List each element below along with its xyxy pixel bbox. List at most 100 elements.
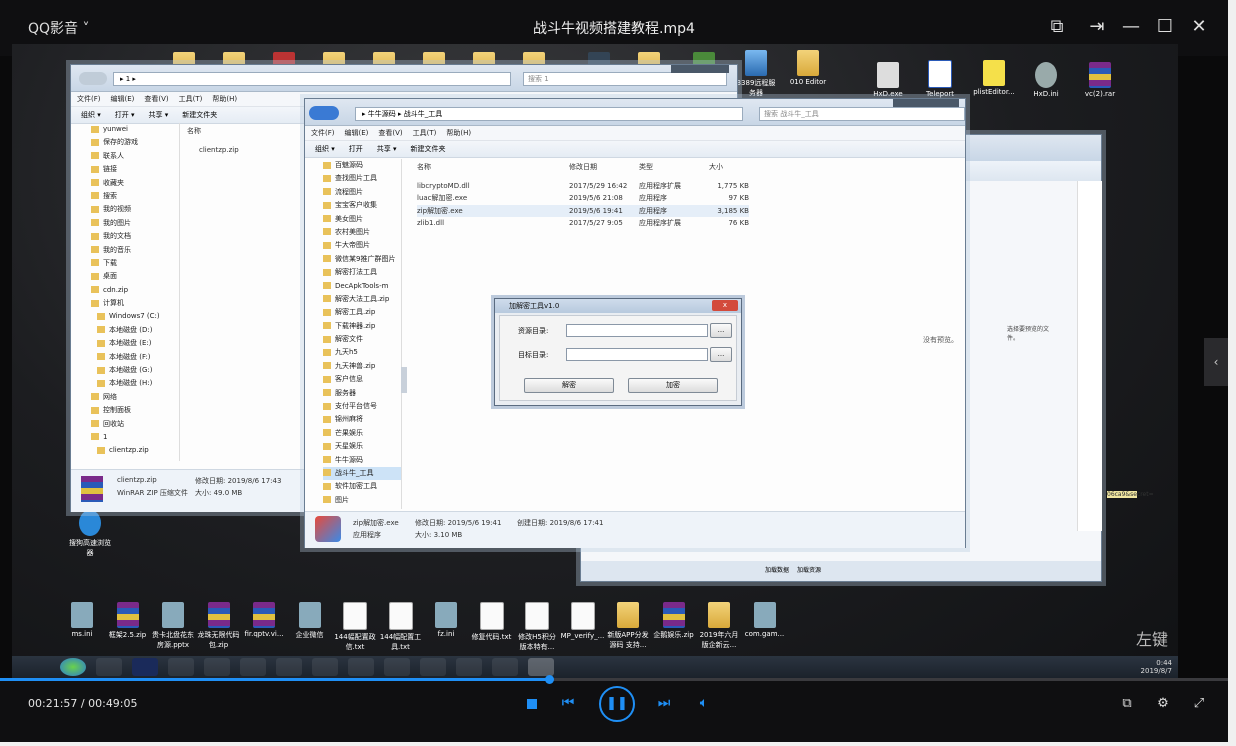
share-button[interactable]: 共享 ▾ (377, 145, 397, 153)
organize-button[interactable]: 组织 ▾ (315, 145, 335, 153)
nav-item[interactable]: 本地磁盘 (E:) (83, 337, 179, 350)
open-button[interactable]: 打开 (349, 145, 363, 153)
crypto-tool-dialog[interactable]: 加解密工具v1.0 x 资源目录: ... 目标目录: ... 解密 加密 (494, 298, 742, 406)
menu-item[interactable]: 查看(V) (378, 129, 402, 137)
settings-icon[interactable]: ⚙ (1154, 695, 1172, 713)
pause-icon[interactable]: ❚❚ (599, 686, 635, 722)
pin-icon[interactable]: ⇥ (1084, 14, 1110, 40)
nav-item[interactable]: 微信某9推广群图片 (323, 253, 401, 266)
archive-icon[interactable]: 企鹅娱乐.zip (652, 602, 696, 640)
taskbar-app[interactable] (204, 658, 230, 676)
hxd-icon[interactable]: HxD.exe (866, 62, 910, 98)
share-button[interactable]: 共享 ▾ (149, 111, 169, 119)
column-header-name[interactable]: 名称 (417, 161, 569, 174)
taskbar-app[interactable] (420, 658, 446, 676)
nav-item[interactable]: 农村美图片 (323, 226, 401, 239)
source-browse-button[interactable]: ... (710, 323, 732, 338)
nav-item[interactable]: 服务器 (323, 387, 401, 400)
decrypt-button[interactable]: 解密 (524, 378, 614, 393)
screenshot-icon[interactable]: ⧉ (1044, 14, 1070, 40)
column-header-date[interactable]: 修改日期 (569, 161, 639, 174)
taskbar-app[interactable] (276, 658, 302, 676)
text-icon[interactable]: 修复代码.txt (470, 602, 514, 642)
close-button[interactable]: ✕ (1186, 14, 1212, 40)
status-tab[interactable]: 加载数据 (765, 567, 789, 574)
nav-item[interactable]: Windows7 (C:) (83, 310, 179, 323)
window-buttons[interactable] (671, 65, 729, 73)
nav-item[interactable]: yunwei (83, 123, 179, 136)
side-panel-toggle[interactable]: ‹ (1204, 338, 1228, 386)
nav-item[interactable]: 下载神器.zip (323, 320, 401, 333)
status-tab[interactable]: 加载资源 (797, 567, 821, 574)
nav-item[interactable]: 宝宝客户收集 (323, 199, 401, 212)
nav-item[interactable]: 我的音乐 (83, 244, 179, 257)
search-input[interactable]: 搜索 战斗牛_工具 (759, 107, 965, 121)
nav-item[interactable]: 美女图片 (323, 213, 401, 226)
nav-item[interactable]: 保存的游戏 (83, 136, 179, 149)
start-button[interactable] (60, 658, 86, 676)
encrypt-button[interactable]: 加密 (628, 378, 718, 393)
screenshot-tool-icon[interactable]: ⧉ (1118, 695, 1136, 713)
progress-knob[interactable] (544, 675, 554, 684)
volume-icon[interactable]: 🔈︎ (694, 695, 714, 711)
back-forward-icon[interactable] (309, 106, 339, 120)
nav-item[interactable]: 链接 (83, 163, 179, 176)
column-header-name[interactable]: 名称 (187, 125, 239, 138)
menu-item[interactable]: 工具(T) (413, 129, 437, 137)
nav-item[interactable]: 我的视频 (83, 203, 179, 216)
menu-item[interactable]: 工具(T) (179, 95, 203, 103)
chat-icon[interactable]: 企业微信 (288, 602, 332, 640)
file-row[interactable]: luac解加密.exe 2019/5/6 21:08 应用程序 97 KB (417, 192, 749, 205)
nav-item[interactable]: 本地磁盘 (G:) (83, 364, 179, 377)
text-icon[interactable]: 144幅配置政信.txt (333, 602, 377, 652)
menu-item[interactable]: 帮助(H) (212, 95, 237, 103)
nav-item[interactable]: 解密大法工具.zip (323, 293, 401, 306)
menu-item[interactable]: 查看(V) (144, 95, 168, 103)
nav-item[interactable]: 控制面板 (83, 404, 179, 417)
nav-item[interactable]: 本地磁盘 (D:) (83, 324, 179, 337)
nav-item[interactable]: 牛大帝图片 (323, 239, 401, 252)
fullscreen-icon[interactable]: ⤢ (1190, 695, 1208, 713)
archive-icon[interactable]: 龙珠无限代码包.zip (197, 602, 241, 650)
address-bar[interactable]: ▸ 1 ▸ (113, 72, 511, 86)
nav-item[interactable]: 软件加密工具 (323, 480, 401, 493)
maximize-button[interactable]: ☐ (1152, 14, 1178, 40)
taskbar-app[interactable] (456, 658, 482, 676)
nav-item[interactable]: 支付平台信号 (323, 400, 401, 413)
folder-icon[interactable]: 010 Editor (786, 50, 830, 86)
nav-item[interactable]: 图片 (323, 494, 401, 507)
teleport-icon[interactable]: Teleport (918, 60, 962, 98)
organize-button[interactable]: 组织 ▾ (81, 111, 101, 119)
nav-item[interactable]: 我的文档 (83, 230, 179, 243)
text-icon[interactable]: 144幅配置工具.txt (379, 602, 423, 652)
nav-item[interactable]: 1 (83, 431, 179, 444)
nav-item[interactable]: 解密文件 (323, 333, 401, 346)
nav-item[interactable]: 锦州麻将 (323, 413, 401, 426)
folder-icon[interactable]: 新版APP分发源码 支持... (606, 602, 650, 650)
previous-icon[interactable]: ⏮ (558, 695, 578, 711)
open-button[interactable]: 打开 ▾ (115, 111, 135, 119)
nav-scrollbar[interactable] (401, 367, 407, 393)
archive-icon[interactable]: fir.qptv.vi... (242, 602, 286, 638)
nav-item[interactable]: 客户信息 (323, 373, 401, 386)
nav-item[interactable]: 流程图片 (323, 186, 401, 199)
document-icon[interactable]: 贵卡北盘花东房源.pptx (151, 602, 195, 650)
nav-item[interactable]: 桌面 (83, 270, 179, 283)
file-row[interactable]: zip解加密.exe 2019/5/6 19:41 应用程序 3,185 KB (417, 204, 749, 217)
nav-item[interactable]: 网络 (83, 391, 179, 404)
nav-item[interactable]: 战斗牛_工具 (323, 466, 401, 481)
nav-item[interactable]: 牛牛源码 (323, 454, 401, 467)
taskbar-app-active[interactable] (528, 658, 554, 676)
taskbar-app[interactable] (240, 658, 266, 676)
nav-item[interactable]: 我的图片 (83, 217, 179, 230)
menu-item[interactable]: 文件(F) (77, 95, 101, 103)
search-input[interactable]: 搜索 1 (523, 72, 727, 86)
nav-item[interactable]: 搜索 (83, 190, 179, 203)
file-row[interactable]: libcryptoMD.dll 2017/5/29 16:42 应用程序扩展 1,77… (417, 180, 749, 193)
taskbar-app[interactable] (168, 658, 194, 676)
file-row[interactable]: zlib1.dll 2017/5/27 9:05 应用程序扩展 76 KB (417, 217, 749, 230)
source-dir-input[interactable] (566, 324, 708, 337)
nav-item[interactable]: DecApkTools-m (323, 280, 401, 293)
address-bar[interactable]: ▸ 牛牛源码 ▸ 战斗牛_工具 (355, 107, 743, 121)
column-header-size[interactable]: 大小 (709, 161, 749, 174)
